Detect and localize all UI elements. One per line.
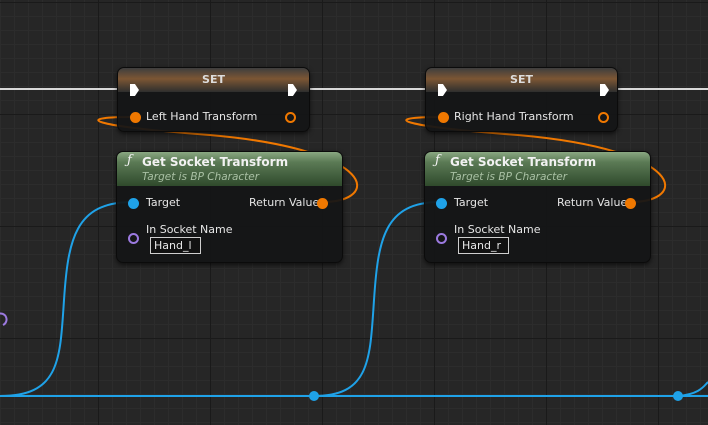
- target-pin[interactable]: [128, 198, 139, 209]
- set-right-hand-node[interactable]: SET Right Hand Transform: [425, 67, 618, 132]
- function-icon: ƒ: [127, 153, 132, 168]
- socket-name-pin[interactable]: [128, 233, 139, 244]
- function-subtitle: Target is BP Character: [142, 171, 260, 183]
- variable-label: Right Hand Transform: [454, 110, 574, 123]
- socket-name-input[interactable]: Hand_r: [458, 237, 509, 254]
- return-value-label: Return Value: [557, 196, 628, 209]
- socket-name-pin[interactable]: [436, 233, 447, 244]
- return-value-label: Return Value: [249, 196, 320, 209]
- transform-input-pin[interactable]: [438, 112, 449, 123]
- variable-label: Left Hand Transform: [146, 110, 258, 123]
- set-left-hand-node[interactable]: SET Left Hand Transform: [117, 67, 310, 132]
- target-pin[interactable]: [436, 198, 447, 209]
- function-title: Get Socket Transform: [450, 155, 597, 169]
- return-value-pin[interactable]: [625, 198, 636, 209]
- target-label: Target: [454, 196, 489, 209]
- transform-input-pin[interactable]: [130, 112, 141, 123]
- socket-name-label: In Socket Name: [146, 223, 233, 236]
- reroute-node-left[interactable]: [309, 391, 319, 401]
- set-node-title: SET: [426, 68, 617, 92]
- function-subtitle: Target is BP Character: [450, 171, 568, 183]
- get-socket-transform-node-left[interactable]: ƒ Get Socket Transform Target is BP Char…: [116, 151, 343, 263]
- set-node-title: SET: [118, 68, 309, 92]
- object-wire-left[interactable]: [0, 201, 133, 397]
- function-icon: ƒ: [435, 153, 440, 168]
- function-title: Get Socket Transform: [142, 155, 289, 169]
- offscreen-name-pin[interactable]: [0, 312, 8, 326]
- reroute-node-right[interactable]: [673, 391, 683, 401]
- function-header: ƒ Get Socket Transform Target is BP Char…: [425, 152, 650, 186]
- target-label: Target: [146, 196, 181, 209]
- get-socket-transform-node-right[interactable]: ƒ Get Socket Transform Target is BP Char…: [424, 151, 651, 263]
- return-value-pin[interactable]: [317, 198, 328, 209]
- transform-output-pin[interactable]: [598, 112, 609, 123]
- function-header: ƒ Get Socket Transform Target is BP Char…: [117, 152, 342, 186]
- socket-name-label: In Socket Name: [454, 223, 541, 236]
- transform-output-pin[interactable]: [285, 112, 296, 123]
- socket-name-input[interactable]: Hand_l: [150, 237, 201, 254]
